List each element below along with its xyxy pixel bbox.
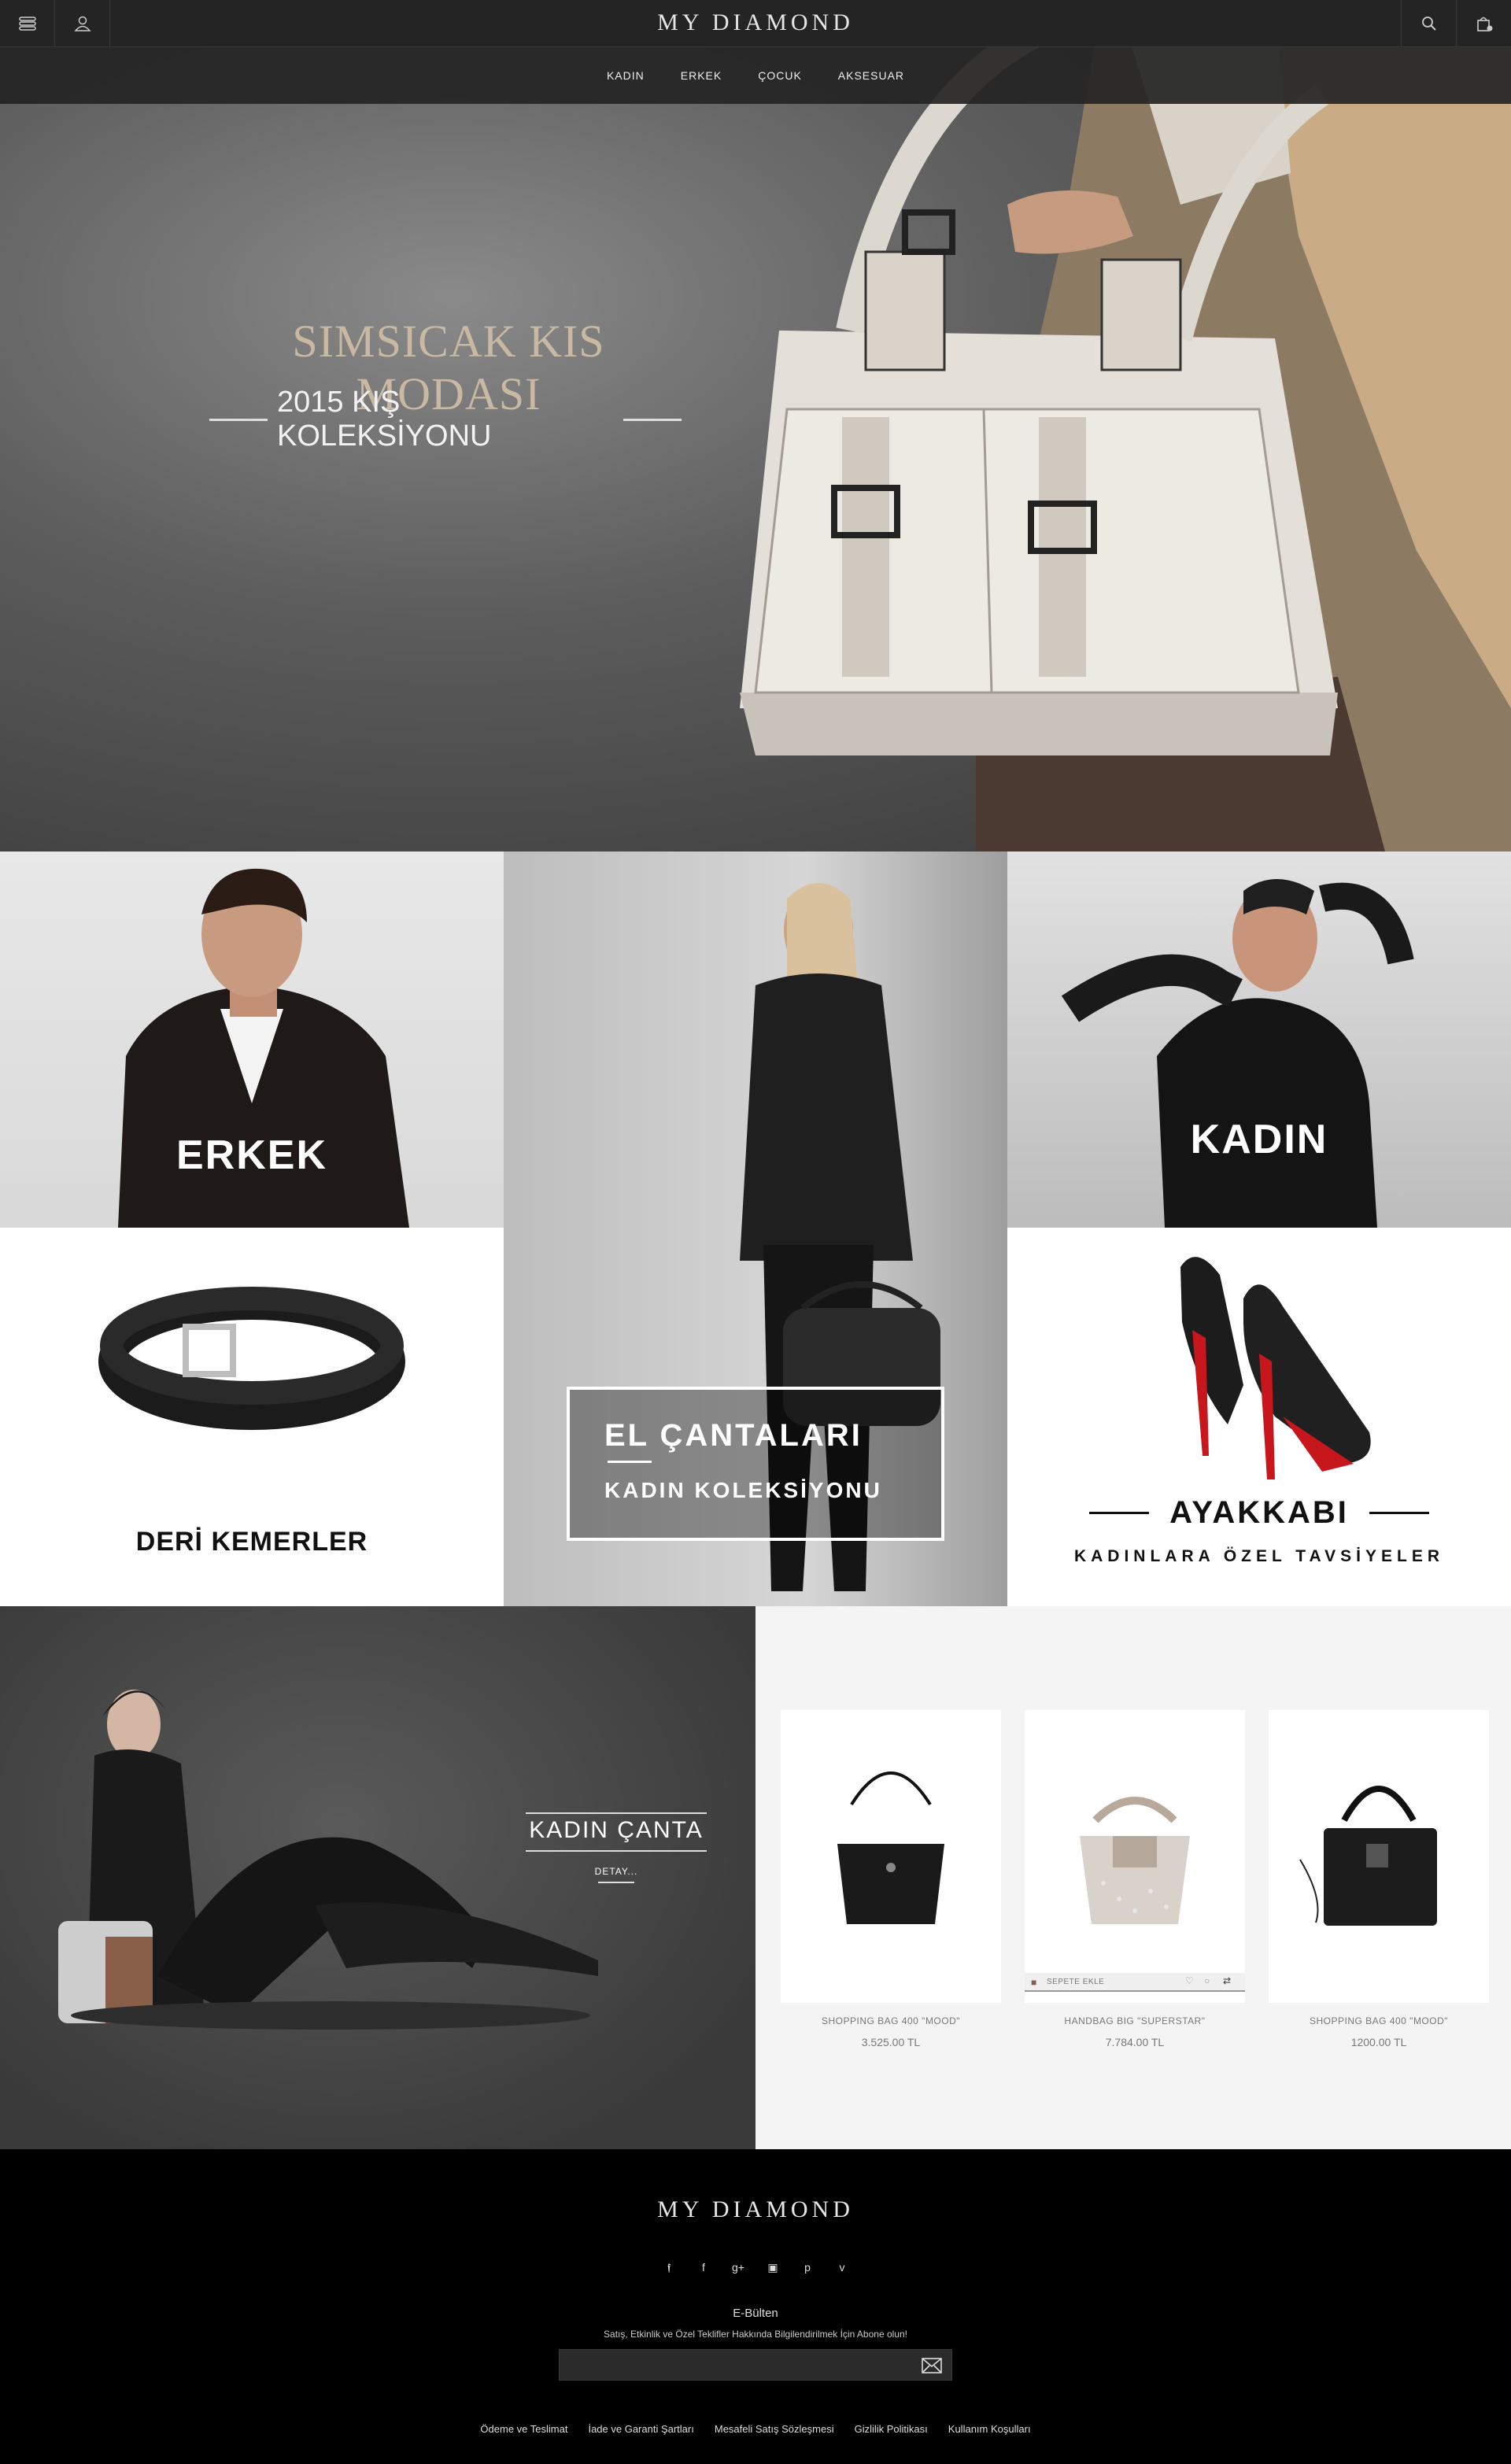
promo-title: KADIN ÇANTA	[529, 1817, 704, 1843]
decor-line	[608, 1461, 652, 1463]
top-bar: MY DIAMOND	[0, 0, 1511, 47]
footer-link-mesafeli[interactable]: Mesafeli Satış Sözleşmesi	[715, 2423, 834, 2435]
twitter-icon[interactable]: 𝖋	[662, 2261, 676, 2274]
mail-icon[interactable]	[922, 2358, 942, 2373]
product-card[interactable]: ■ SEPETE EKLE ♡ ○ ⇄	[1025, 1710, 1245, 2003]
promo-kadin-canta[interactable]: KADIN ÇANTA DETAY...	[0, 1606, 756, 2149]
product-price: 1200.00 TL	[1350, 2036, 1407, 2048]
product-actions: ■ SEPETE EKLE ♡ ○ ⇄	[1025, 1973, 1245, 1992]
tile-erkek-label: ERKEK	[175, 1132, 328, 1178]
product-card[interactable]	[781, 1710, 1001, 2003]
add-to-cart-button[interactable]: SEPETE EKLE	[1047, 1978, 1104, 1986]
footer-links: Ödeme ve Teslimat İade ve Garanti Şartla…	[0, 2423, 1511, 2435]
search-button[interactable]	[1401, 0, 1456, 47]
footer-link-kullanim[interactable]: Kullanım Koşulları	[948, 2423, 1031, 2435]
el-cantalari-title: EL ÇANTALARI	[604, 1418, 863, 1453]
nav-item-erkek[interactable]: ERKEK	[681, 69, 722, 82]
hero-subtitle: 2015 KIŞ KOLEKSİYONU	[209, 386, 682, 453]
nav-item-aksesuar[interactable]: AKSESUAR	[838, 69, 904, 82]
ayakkabi-subtitle: KADINLARA ÖZEL TAVSİYELER	[1073, 1547, 1445, 1565]
newsletter-description: Satış, Etkinlik ve Özel Teklifler Hakkın…	[604, 2329, 907, 2340]
product-image	[1080, 1797, 1190, 1924]
site-logo[interactable]: MY DIAMOND	[0, 9, 1511, 36]
cart-button[interactable]	[1456, 0, 1511, 47]
hero-banner[interactable]: SIMSICAK KIS MODASI 2015 KIŞ KOLEKSİYONU	[0, 0, 1511, 852]
product-name[interactable]: HANDBAG BIG "SUPERSTAR"	[1025, 2015, 1245, 2026]
product-image	[1299, 1786, 1437, 1926]
promo-detail-link[interactable]: DETAY...	[526, 1866, 707, 1877]
heart-icon[interactable]: ♡	[1185, 1975, 1194, 1986]
tile-deri-kemerler[interactable]: DERİ KEMERLER	[0, 1228, 504, 1606]
footer-link-odeme[interactable]: Ödeme ve Teslimat	[480, 2423, 567, 2435]
decor-line	[526, 1850, 707, 1852]
pinterest-icon[interactable]: p	[800, 2261, 815, 2274]
product-price: 7.784.00 TL	[1105, 2036, 1165, 2048]
product-image	[837, 1771, 944, 1924]
footer-logo[interactable]: MY DIAMOND	[0, 2196, 1511, 2223]
tile-kadin[interactable]: KADIN	[1007, 852, 1511, 1228]
product-name[interactable]: SHOPPING BAG 400 "MOOD"	[1269, 2015, 1489, 2026]
social-links: 𝖋 f g+ ▣ p v	[0, 2261, 1511, 2274]
tile-el-cantalari[interactable]: EL ÇANTALARI KADIN KOLEKSİYONU	[504, 852, 1007, 1606]
google-plus-icon[interactable]: g+	[731, 2261, 745, 2274]
nav-item-kadin[interactable]: KADIN	[607, 69, 645, 82]
newsletter-title: E-Bülten	[733, 2307, 778, 2320]
vine-icon[interactable]: v	[835, 2261, 849, 2274]
el-cantalari-box: EL ÇANTALARI KADIN KOLEKSİYONU	[567, 1387, 944, 1541]
product-price: 3.525.00 TL	[861, 2036, 921, 2048]
newsletter-email-input[interactable]	[560, 2350, 906, 2380]
decor-line	[209, 418, 268, 421]
tile-ayakkabi[interactable]: AYAKKABI KADINLARA ÖZEL TAVSİYELER	[1007, 1228, 1511, 1606]
shopping-bag-icon	[1476, 17, 1492, 31]
decor-line	[526, 1812, 707, 1814]
main-nav: KADIN ERKEK ÇOCUK AKSESUAR	[0, 47, 1511, 104]
compare-icon[interactable]: ⇄	[1223, 1975, 1231, 1986]
footer: MY DIAMOND 𝖋 f g+ ▣ p v E-Bülten Satış, …	[0, 2149, 1511, 2464]
product-name[interactable]: SHOPPING BAG 400 "MOOD"	[781, 2015, 1001, 2026]
woman-photo	[1061, 879, 1414, 1228]
footer-link-gizlilik[interactable]: Gizlilik Politikası	[855, 2423, 928, 2435]
tile-erkek[interactable]: ERKEK	[0, 852, 504, 1228]
nav-item-cocuk[interactable]: ÇOCUK	[758, 69, 802, 82]
newsletter-form	[559, 2349, 952, 2381]
decor-line	[1369, 1512, 1429, 1514]
woman-seated-photo	[58, 1690, 598, 2030]
hero-subtitle-text: 2015 KIŞ KOLEKSİYONU	[277, 386, 492, 453]
search-icon	[1421, 17, 1436, 31]
ayakkabi-heading: AYAKKABI	[1007, 1495, 1511, 1531]
facebook-icon[interactable]: f	[696, 2261, 711, 2274]
ayakkabi-title: AYAKKABI	[1169, 1495, 1349, 1530]
cart-icon[interactable]: ■	[1031, 1977, 1036, 1988]
decor-line	[598, 1882, 634, 1883]
instagram-icon[interactable]: ▣	[766, 2261, 780, 2274]
tile-kadin-label: KADIN	[1190, 1117, 1328, 1162]
product-list: SHOPPING BAG 400 "MOOD" 3.525.00 TL ■ SE…	[756, 1606, 1511, 2149]
el-cantalari-subtitle: KADIN KOLEKSİYONU	[604, 1478, 882, 1502]
decor-line	[1089, 1512, 1150, 1514]
product-card[interactable]	[1269, 1710, 1489, 2003]
footer-link-iade[interactable]: İade ve Garanti Şartları	[588, 2423, 693, 2435]
zoom-icon[interactable]: ○	[1204, 1975, 1210, 1986]
deri-kemerler-label: DERİ KEMERLER	[135, 1527, 368, 1557]
decor-line	[623, 418, 682, 421]
